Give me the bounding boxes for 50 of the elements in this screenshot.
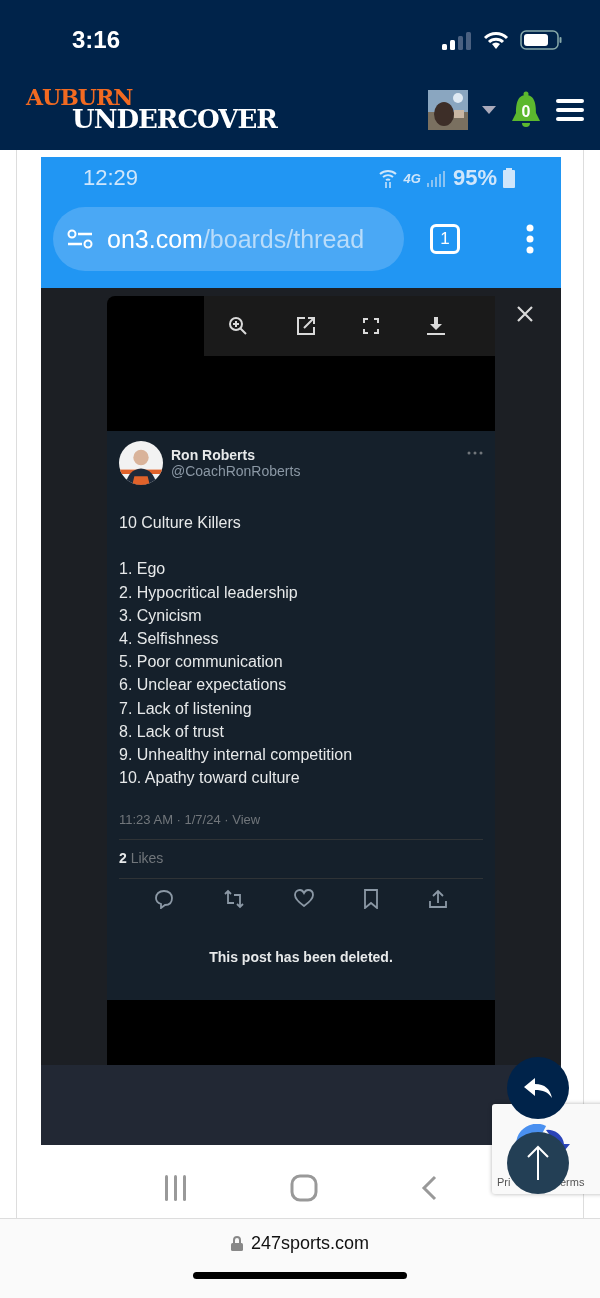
status-time: 3:16	[72, 26, 121, 54]
zoom-in-icon[interactable]	[227, 316, 248, 336]
post-title: 10 Culture Killers	[119, 513, 242, 533]
post-line: 6. Unclear expectations	[119, 675, 288, 696]
external-link-icon[interactable]	[295, 316, 316, 336]
logo-text: AUBURN	[26, 88, 133, 109]
bookmark-icon[interactable]	[363, 889, 380, 910]
author-name: Ron Roberts	[171, 447, 256, 463]
up-arrow-icon	[526, 1145, 550, 1181]
post-line: 10. Apathy toward culture	[119, 768, 301, 789]
battery-icon	[520, 30, 562, 50]
caret-icon[interactable]	[482, 106, 496, 114]
post-line: 9. Unhealthy internal competition	[119, 745, 354, 766]
post-line: 5. Poor communication	[119, 652, 284, 673]
download-icon[interactable]	[427, 316, 446, 336]
post-line: 7. Lack of listening	[119, 698, 253, 719]
author-handle: @CoachRonRoberts	[171, 463, 302, 479]
battery-level: 95%	[452, 165, 497, 191]
battery-icon	[503, 168, 515, 188]
status-time: 12:29	[83, 165, 139, 191]
back-icon[interactable]	[421, 1175, 438, 1201]
post-timestamp: 11:23 AM · 1/7/24 · View	[119, 812, 262, 828]
fullscreen-icon[interactable]	[363, 318, 380, 334]
recent-apps-icon[interactable]	[162, 1175, 187, 1201]
post-line: 4. Selfishness	[119, 629, 220, 649]
deleted-notice: This post has been deleted.	[208, 949, 394, 966]
wifi-icon	[377, 168, 398, 188]
network-type: 4G	[403, 170, 421, 186]
home-icon[interactable]	[290, 1174, 318, 1202]
wifi-icon	[482, 30, 510, 50]
terms-link[interactable]: erms	[560, 1176, 585, 1188]
reply-icon[interactable]	[153, 889, 174, 910]
reply-arrow-icon	[523, 1077, 553, 1099]
heart-icon[interactable]	[293, 889, 314, 908]
post-line: 8. Lack of trust	[119, 721, 225, 742]
more-icon[interactable]	[467, 451, 483, 455]
post-line: 3. Cynicism	[119, 605, 203, 626]
lock-icon	[230, 1236, 243, 1251]
logo-text: UNDERCOVER	[72, 108, 277, 132]
share-icon[interactable]	[428, 889, 449, 910]
signal-icon	[426, 169, 447, 187]
site-domain[interactable]: 247sports.com	[250, 1233, 370, 1254]
menu-icon[interactable]	[556, 99, 584, 121]
likes-count: 2 Likes	[119, 850, 165, 867]
privacy-link[interactable]: Pri	[497, 1176, 511, 1188]
more-icon[interactable]	[526, 224, 534, 254]
signal-icon	[442, 30, 472, 50]
post-line: 2. Hypocritical leadership	[119, 582, 299, 603]
repost-icon[interactable]	[222, 889, 245, 910]
post-line: 1. Ego	[119, 559, 167, 580]
